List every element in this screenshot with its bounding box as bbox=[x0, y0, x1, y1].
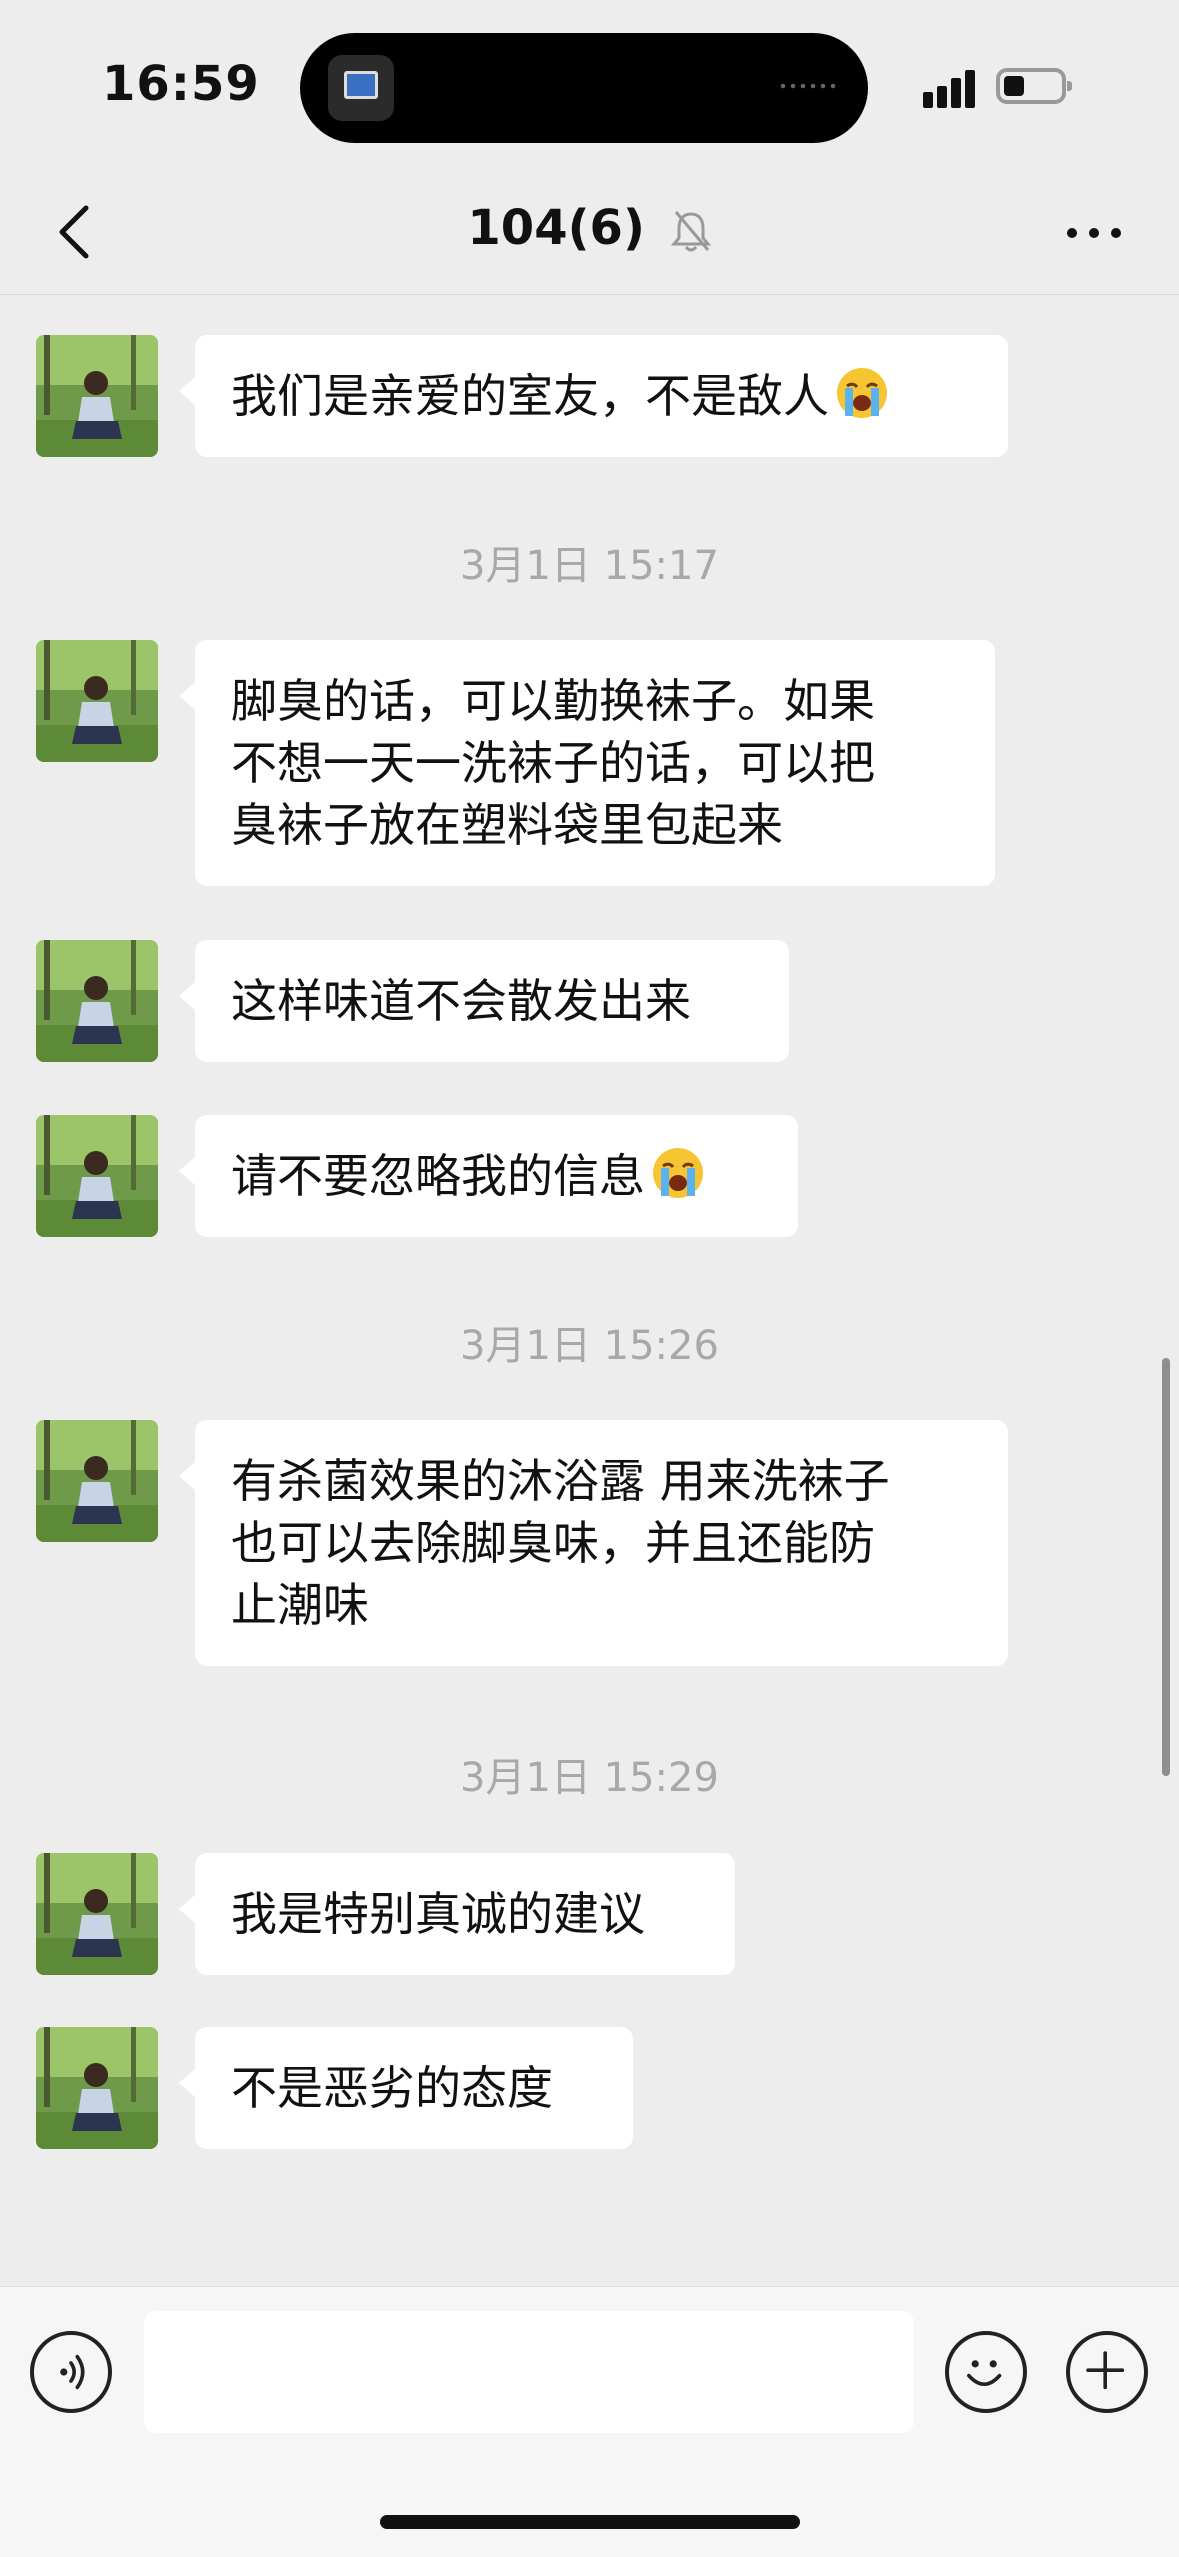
message-input[interactable] bbox=[144, 2311, 914, 2433]
message-composer bbox=[0, 2286, 1179, 2557]
message-text: 不是恶劣的态度 bbox=[231, 2061, 553, 2115]
message-line: 有杀菌效果的沐浴露 用来洗袜子 bbox=[231, 1454, 890, 1508]
screen-recording-app-icon[interactable] bbox=[328, 55, 394, 121]
message-line: 也可以去除脚臭味，并且还能防 bbox=[231, 1516, 875, 1570]
sender-avatar[interactable] bbox=[36, 1853, 158, 1975]
message-line: 脚臭的话，可以勤换袜子。如果 bbox=[231, 674, 875, 728]
message-bubble[interactable]: 脚臭的话，可以勤换袜子。如果 不想一天一洗袜子的话，可以把 臭袜子放在塑料袋里包… bbox=[179, 640, 995, 886]
message-list[interactable]: 我们是亲爱的室友，不是敌人 3月1日 15:17 脚臭的话，可以勤换袜子。如果 … bbox=[0, 295, 1179, 2285]
message-bubble[interactable]: 这样味道不会散发出来 bbox=[179, 940, 789, 1062]
message-text: 我们是亲爱的室友，不是敌人 bbox=[231, 369, 829, 423]
message-bubble[interactable]: 有杀菌效果的沐浴露 用来洗袜子 也可以去除脚臭味，并且还能防 止潮味 bbox=[179, 1420, 1008, 1666]
more-dots-icon[interactable] bbox=[1064, 218, 1124, 248]
loudly-crying-face-icon bbox=[837, 368, 887, 418]
status-bar: 16:59 bbox=[0, 0, 1179, 170]
plus-icon[interactable] bbox=[1066, 2331, 1148, 2413]
timestamp: 3月1日 15:26 bbox=[460, 1323, 719, 1369]
cellular-signal-icon bbox=[923, 70, 981, 108]
message-bubble[interactable]: 我们是亲爱的室友，不是敌人 bbox=[179, 335, 1008, 457]
voice-icon[interactable] bbox=[30, 2331, 112, 2413]
battery-icon bbox=[996, 68, 1072, 104]
home-indicator[interactable] bbox=[380, 2515, 800, 2529]
timestamp: 3月1日 15:29 bbox=[460, 1755, 719, 1801]
sender-avatar[interactable] bbox=[36, 940, 158, 1062]
message-line: 不想一天一洗袜子的话，可以把 bbox=[231, 736, 875, 790]
message-bubble[interactable]: 请不要忽略我的信息 bbox=[179, 1115, 798, 1237]
smiley-icon[interactable] bbox=[945, 2331, 1027, 2413]
chat-title: 104(6) bbox=[467, 200, 645, 256]
sender-avatar[interactable] bbox=[36, 1420, 158, 1542]
message-text: 请不要忽略我的信息 bbox=[231, 1149, 645, 1203]
dynamic-island[interactable] bbox=[300, 33, 868, 143]
timestamp: 3月1日 15:17 bbox=[460, 543, 719, 589]
chat-header: 104(6) bbox=[0, 170, 1179, 295]
status-time: 16:59 bbox=[102, 56, 260, 112]
chat-title-row[interactable]: 104(6) bbox=[0, 200, 1179, 256]
message-bubble[interactable]: 不是恶劣的态度 bbox=[179, 2027, 633, 2149]
message-text: 我是特别真诚的建议 bbox=[231, 1887, 645, 1941]
message-bubble[interactable]: 我是特别真诚的建议 bbox=[179, 1853, 735, 1975]
bell-off-icon bbox=[670, 211, 711, 252]
island-activity-dots bbox=[778, 83, 838, 89]
message-text: 这样味道不会散发出来 bbox=[231, 974, 691, 1028]
message-line: 臭袜子放在塑料袋里包起来 bbox=[231, 798, 783, 852]
sender-avatar[interactable] bbox=[36, 335, 158, 457]
sender-avatar[interactable] bbox=[36, 1115, 158, 1237]
chat-scrollbar[interactable] bbox=[1162, 1358, 1170, 1776]
message-line: 止潮味 bbox=[231, 1578, 369, 1632]
loudly-crying-face-icon bbox=[653, 1148, 703, 1198]
sender-avatar[interactable] bbox=[36, 640, 158, 762]
sender-avatar[interactable] bbox=[36, 2027, 158, 2149]
